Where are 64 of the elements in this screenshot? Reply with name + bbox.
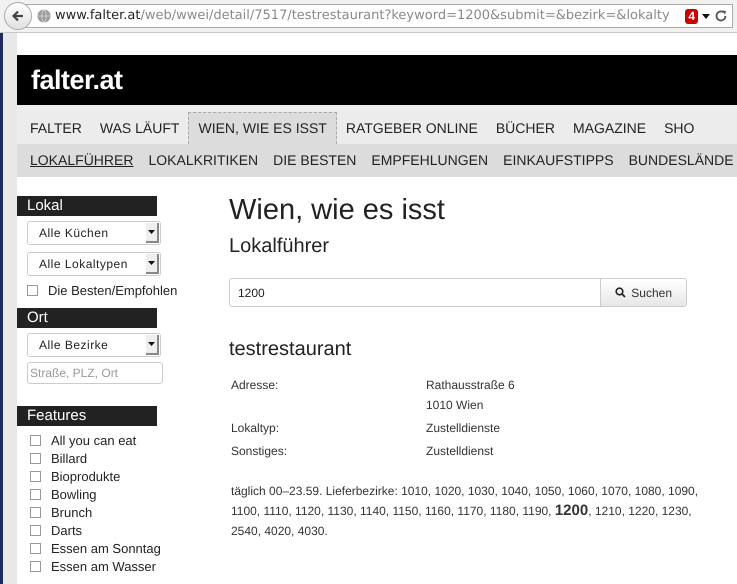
restaurant-name: testrestaurant bbox=[229, 337, 352, 361]
delivery-description: täglich 00–23.59. Lieferbezirke: 1010, 1020, 1030, 1040, 1050, 1060, 1070, 1080, 1090, 1100, 1110, 1120, 1130, 1140, 1150, 1160, 1170, 1180, 1190, 1200, 1210, 1220, 1230, 2540, 4020, 4030. bbox=[231, 483, 700, 540]
section-heading: Ort bbox=[17, 308, 157, 328]
subnav-link[interactable]: BUNDESLÄNDE bbox=[628, 150, 734, 171]
back-button[interactable] bbox=[4, 2, 32, 30]
subnav-link[interactable]: EINKAUFSTIPPS bbox=[503, 150, 614, 171]
page-subtitle: Lokalführer bbox=[229, 234, 330, 258]
section-heading: Lokal bbox=[17, 196, 157, 216]
feature-label: Brunch bbox=[51, 504, 92, 522]
back-arrow-icon bbox=[11, 9, 25, 23]
checkbox[interactable] bbox=[30, 453, 41, 464]
feature-label: Essen am Wasser bbox=[51, 558, 156, 576]
checkbox-label: Die Besten/Empfohlen bbox=[48, 282, 178, 300]
location-input[interactable]: Straße, PLZ, Ort bbox=[27, 362, 163, 384]
nav-tab[interactable]: FALTER bbox=[21, 112, 91, 144]
nav-tab[interactable]: SHO bbox=[655, 112, 704, 144]
search-icon bbox=[615, 287, 626, 298]
nav-tab[interactable]: RATGEBER ONLINE bbox=[336, 112, 487, 144]
dropdown-select[interactable]: Alle Küchen bbox=[27, 221, 161, 245]
nav-tab[interactable]: MAGAZINE bbox=[564, 112, 656, 144]
reload-icon[interactable] bbox=[714, 9, 728, 23]
notification-badge[interactable]: 4 bbox=[685, 8, 698, 24]
subnav-link[interactable]: LOKALKRITIKEN bbox=[148, 150, 258, 171]
nav-tab[interactable]: WAS LÄUFT bbox=[90, 112, 188, 144]
caret-icon bbox=[146, 223, 159, 243]
subnav-link[interactable]: EMPFEHLUNGEN bbox=[371, 150, 488, 171]
detail-value: 1010 Wien bbox=[426, 397, 484, 414]
feature-label: Bowling bbox=[51, 486, 97, 504]
detail-label: Lokaltyp: bbox=[231, 420, 280, 437]
checkbox[interactable] bbox=[30, 507, 41, 518]
caret-icon[interactable] bbox=[702, 14, 710, 18]
caret-icon bbox=[146, 254, 159, 274]
checkbox[interactable] bbox=[30, 471, 41, 482]
detail-value: Zustelldienst bbox=[426, 443, 494, 460]
detail-value: Rathausstraße 6 bbox=[426, 377, 515, 394]
feature-label: Billard bbox=[51, 450, 88, 468]
feature-label: Essen am Sonntag bbox=[51, 540, 161, 558]
nav-tab[interactable]: BÜCHER bbox=[486, 112, 564, 144]
detail-label: Adresse: bbox=[231, 377, 280, 394]
feature-label: All you can eat bbox=[51, 432, 136, 450]
dropdown-select[interactable]: Alle Bezirke bbox=[27, 332, 161, 356]
page-title: Wien, wie es isst bbox=[229, 193, 446, 227]
nav-tab[interactable]: WIEN, WIE ES ISST bbox=[188, 112, 337, 144]
subnav-link[interactable]: DIE BESTEN bbox=[273, 150, 356, 171]
checkbox[interactable] bbox=[30, 435, 41, 446]
checkbox[interactable] bbox=[30, 489, 41, 500]
section-heading: Features bbox=[17, 406, 157, 426]
search-input[interactable]: 1200 bbox=[229, 278, 602, 307]
globe-icon bbox=[37, 9, 51, 23]
url-text: www.falter.at/web/wwei/detail/7517/testrestaurant?keyword=1200&submit=&bezirk=&lokalty bbox=[55, 7, 671, 26]
checkbox[interactable] bbox=[27, 285, 38, 296]
search-button[interactable]: Suchen bbox=[601, 278, 687, 307]
dropdown-select[interactable]: Alle Lokaltypen bbox=[27, 252, 161, 276]
feature-label: Darts bbox=[51, 522, 82, 540]
detail-value: Zustelldienste bbox=[426, 420, 500, 437]
checkbox[interactable] bbox=[30, 525, 41, 536]
url-field[interactable]: www.falter.at/web/wwei/detail/7517/testrestaurant?keyword=1200&submit=&bezirk=&lokalty 4 bbox=[26, 4, 733, 28]
subnav-link[interactable]: LOKALFÜHRER bbox=[30, 150, 134, 171]
feature-label: Bioprodukte bbox=[51, 468, 120, 486]
checkbox[interactable] bbox=[30, 561, 41, 572]
caret-icon bbox=[146, 334, 159, 354]
detail-label: Sonstiges: bbox=[231, 443, 288, 460]
site-logo[interactable]: falter.at bbox=[31, 60, 123, 100]
checkbox[interactable] bbox=[30, 543, 41, 554]
